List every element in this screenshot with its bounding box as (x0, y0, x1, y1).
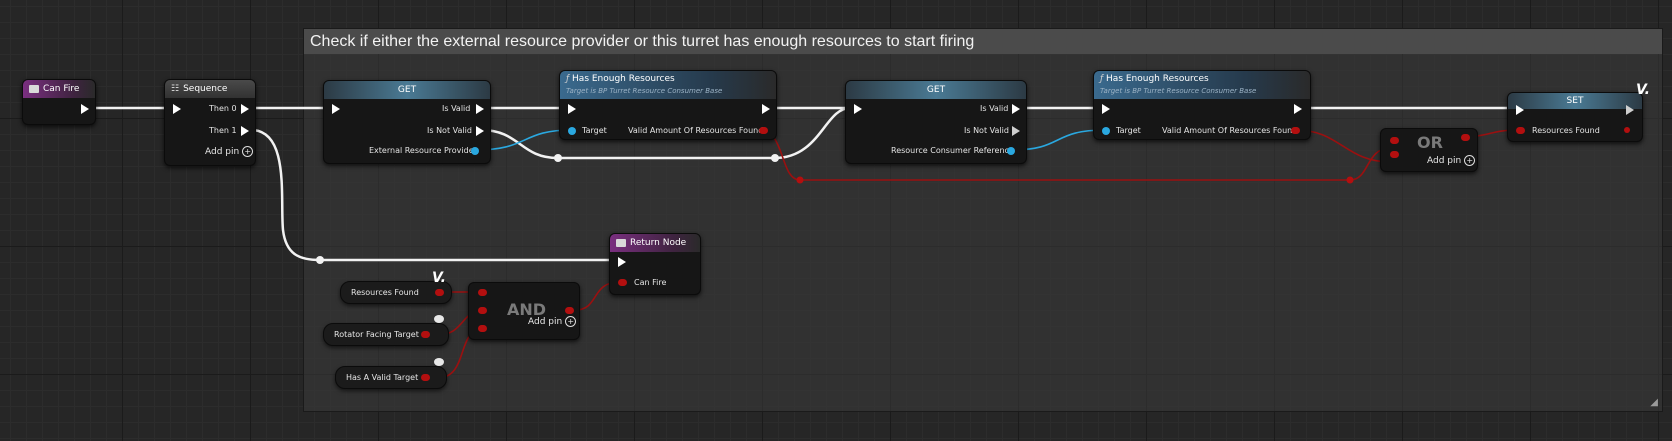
comment-title[interactable]: Check if either the external resource pr… (304, 29, 1662, 54)
is-not-valid-label: Is Not Valid (964, 126, 1009, 135)
bool-in-pin-c[interactable] (478, 325, 487, 332)
object-in-pin[interactable] (1007, 147, 1015, 155)
is-valid-pin[interactable] (476, 104, 484, 114)
bool-in-pin-a[interactable] (478, 289, 487, 296)
set-node[interactable]: SET Resources Found (1507, 92, 1643, 142)
node-title: OR (1417, 133, 1443, 152)
pure-function-icon (434, 358, 444, 366)
sequence-node[interactable]: ☷ Sequence Then 0 Then 1 Add pin + (164, 79, 256, 166)
node-title: Return Node (630, 238, 687, 248)
node-title: GET (397, 85, 417, 95)
add-pin-label: Add pin (205, 147, 240, 157)
bool-out-pin[interactable] (1461, 134, 1470, 141)
target-label: Target (1116, 126, 1141, 135)
function-result-icon (616, 239, 626, 247)
target-pin[interactable] (1102, 127, 1110, 135)
is-not-valid-label: Is Not Valid (427, 126, 472, 135)
has-valid-target-getter[interactable]: Has A Valid Target (335, 366, 447, 389)
has-enough-resources-node-1[interactable]: ƒ Has Enough Resources Target is BP Turre… (559, 70, 777, 140)
is-valid-pin[interactable] (1012, 104, 1020, 114)
exec-in-pin[interactable] (618, 257, 626, 267)
var-label: Rotator Facing Target (334, 330, 419, 339)
pin-label: Can Fire (634, 278, 667, 287)
node-title: Has Enough Resources (1106, 74, 1209, 84)
node-subtitle: Target is BP Turret Resource Consumer Ba… (566, 87, 723, 95)
or-node[interactable]: OR Add pin + (1380, 128, 1478, 172)
add-pin-button[interactable]: Add pin + (205, 146, 254, 157)
and-node[interactable]: AND Add pin + (468, 282, 580, 340)
output-label: Valid Amount Of Resources Found (1162, 126, 1298, 135)
node-subtitle: Target is BP Turret Resource Consumer Ba… (1100, 87, 1257, 95)
is-not-valid-pin[interactable] (476, 126, 484, 136)
bool-out-pin[interactable] (421, 331, 430, 338)
bool-out-pin[interactable] (1624, 127, 1630, 133)
is-not-valid-pin[interactable] (1012, 126, 1020, 136)
exec-in-pin[interactable] (568, 104, 576, 114)
then0-pin[interactable] (241, 104, 249, 114)
plus-icon: + (1464, 155, 1476, 166)
variable-icon: V. (1636, 82, 1650, 98)
var-label: Resources Found (351, 288, 419, 297)
resize-handle-icon[interactable]: ◢ (1650, 397, 1658, 408)
add-pin-label: Add pin (1427, 156, 1462, 166)
output-label: Valid Amount Of Resources Found (628, 126, 764, 135)
exec-in-pin[interactable] (854, 104, 862, 114)
input-label: Resource Consumer Reference (891, 146, 1014, 155)
exec-out-pin[interactable] (81, 104, 89, 114)
pin-label: Resources Found (1532, 126, 1600, 135)
get-node-external-provider[interactable]: GET Is Valid Is Not Valid External Resou… (323, 80, 491, 164)
exec-in-pin[interactable] (173, 104, 181, 114)
exec-out-pin[interactable] (762, 104, 770, 114)
bool-out-pin[interactable] (759, 127, 768, 134)
bool-in-pin-a[interactable] (1390, 137, 1399, 144)
variable-icon: V. (432, 270, 446, 286)
exec-in-pin[interactable] (1516, 105, 1524, 115)
exec-out-pin[interactable] (1294, 104, 1302, 114)
has-enough-resources-node-2[interactable]: ƒ Has Enough Resources Target is BP Turre… (1093, 70, 1311, 140)
bool-out-pin[interactable] (435, 289, 444, 296)
then0-label: Then 0 (209, 104, 237, 113)
bool-out-pin[interactable] (421, 374, 430, 381)
blueprint-graph[interactable]: Check if either the external resource pr… (0, 0, 1672, 441)
bool-in-pin-b[interactable] (1390, 151, 1399, 158)
is-valid-label: Is Valid (442, 104, 471, 113)
bool-in-pin-b[interactable] (478, 307, 487, 314)
var-label: Has A Valid Target (346, 373, 419, 382)
pure-function-icon (434, 315, 444, 323)
target-label: Target (582, 126, 607, 135)
return-node[interactable]: Return Node Can Fire (609, 233, 701, 295)
node-title: Can Fire (43, 84, 80, 94)
add-pin-button[interactable]: Add pin + (528, 316, 577, 327)
node-title: GET (926, 85, 946, 95)
then1-pin[interactable] (241, 126, 249, 136)
bool-in-pin[interactable] (1516, 127, 1525, 134)
bool-out-pin[interactable] (1291, 127, 1300, 134)
rotator-facing-target-getter[interactable]: Rotator Facing Target (323, 323, 449, 346)
input-label: External Resource Provider (369, 146, 477, 155)
add-pin-button[interactable]: Add pin + (1427, 155, 1476, 166)
then1-label: Then 1 (209, 126, 237, 135)
exec-in-pin[interactable] (1102, 104, 1110, 114)
target-pin[interactable] (568, 127, 576, 135)
add-pin-label: Add pin (528, 317, 563, 327)
sequence-icon: ☷ (171, 84, 180, 94)
function-entry-icon (29, 85, 39, 93)
is-valid-label: Is Valid (980, 104, 1009, 113)
exec-in-pin[interactable] (332, 104, 340, 114)
node-title: Has Enough Resources (572, 74, 675, 84)
bool-out-pin[interactable] (565, 307, 574, 314)
plus-icon: + (565, 316, 577, 327)
can-fire-entry-node[interactable]: Can Fire (22, 79, 96, 125)
object-in-pin[interactable] (471, 147, 479, 155)
exec-out-pin[interactable] (1626, 105, 1634, 115)
get-node-consumer-reference[interactable]: GET Is Valid Is Not Valid Resource Consu… (845, 80, 1027, 164)
node-title: Sequence (183, 84, 228, 94)
bool-in-pin[interactable] (618, 279, 627, 286)
node-title: SET (1566, 96, 1584, 106)
plus-icon: + (242, 146, 254, 157)
